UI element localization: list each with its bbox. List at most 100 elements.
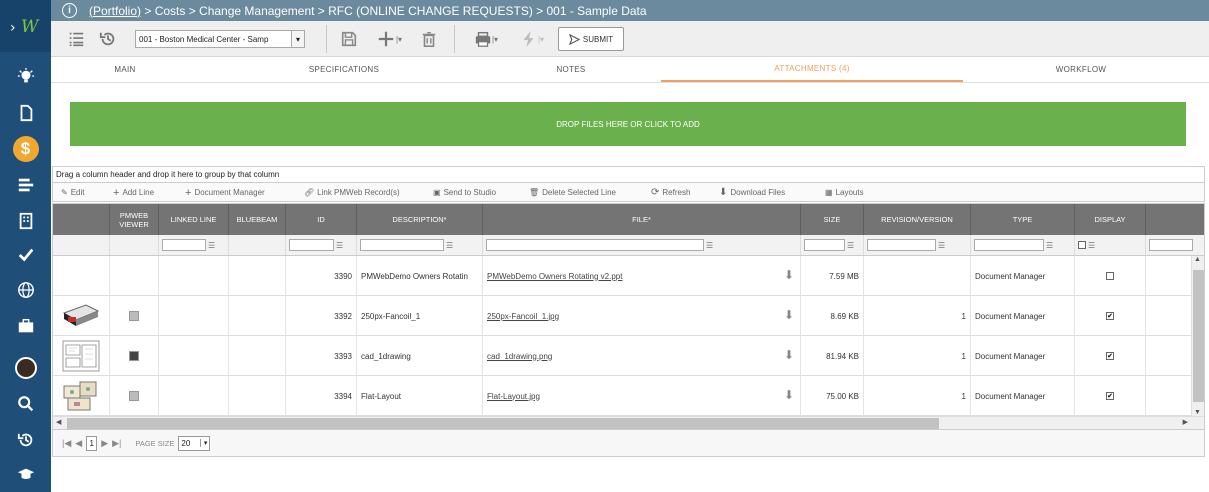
save-icon[interactable] <box>337 21 361 57</box>
scroll-up-icon[interactable]: ▲ <box>1194 256 1201 263</box>
history-icon[interactable] <box>97 21 119 57</box>
scroll-down-icon[interactable]: ▼ <box>1194 409 1201 416</box>
filter-icon[interactable]: ☰ <box>938 241 945 250</box>
last-page-icon[interactable]: ▶| <box>112 438 121 449</box>
project-select[interactable]: 001 - Boston Medical Center - Samp ▾ <box>135 30 305 48</box>
add-icon[interactable]: |▾ <box>371 21 407 57</box>
header-id[interactable]: ID <box>286 204 357 235</box>
filter-icon[interactable]: ☰ <box>446 241 453 250</box>
send-to-studio-button[interactable]: ▣ Send to Studio <box>433 183 496 202</box>
file-link[interactable]: PMWebDemo Owners Rotating v2.ppt <box>487 272 622 281</box>
download-icon[interactable]: ⬇ <box>784 348 794 362</box>
display-checkbox[interactable]: ✔ <box>1106 312 1114 320</box>
thumbnail-image[interactable] <box>62 301 100 331</box>
add-line-button[interactable]: + Add Line <box>113 183 154 202</box>
header-linked-line[interactable]: LINKED LINE <box>159 204 229 235</box>
next-page-icon[interactable]: ▶ <box>101 438 108 449</box>
globe-icon[interactable] <box>0 272 51 308</box>
lightning-icon[interactable]: |▾ <box>513 21 551 57</box>
history-icon[interactable] <box>0 422 51 458</box>
submit-button[interactable]: SUBMIT <box>558 27 624 51</box>
download-icon[interactable]: ⬇ <box>784 268 794 282</box>
table-row[interactable]: 3390 PMWebDemo Owners Rotatin PMWebDemo Ow… <box>53 256 1193 296</box>
prev-page-icon[interactable]: ◀ <box>75 438 82 449</box>
delete-selected-line-button[interactable]: 🗑︎ Delete Selected Line <box>529 183 616 202</box>
list-bars-icon[interactable] <box>0 167 51 203</box>
file-link[interactable]: 250px-Fancoil_1.jpg <box>487 312 559 321</box>
building-icon[interactable] <box>0 203 51 239</box>
vertical-scrollbar[interactable]: ▲ ▼ <box>1191 256 1204 418</box>
header-file[interactable]: FILE* <box>483 204 801 235</box>
filter-icon[interactable]: ☰ <box>706 241 713 250</box>
tab-attachments[interactable]: ATTACHMENTS (4) <box>661 57 963 82</box>
filter-icon[interactable]: ☰ <box>1046 241 1053 250</box>
table-row[interactable]: 3393 cad_1drawing cad_1drawing.png ⬇ 81.94 K… <box>53 336 1193 376</box>
scroll-right-icon[interactable]: ▶ <box>1183 418 1188 426</box>
filter-size-input[interactable] <box>804 239 845 251</box>
filter-icon[interactable]: ☰ <box>1088 241 1095 250</box>
group-by-bar[interactable]: Drag a column header and drop it here to… <box>52 166 1205 182</box>
file-link[interactable]: Flat-Layout.jpg <box>487 392 540 401</box>
filter-file-input[interactable] <box>486 239 704 251</box>
header-description[interactable]: DESCRIPTION* <box>357 204 483 235</box>
filter-linked-input[interactable] <box>162 239 206 251</box>
filter-extra-input[interactable] <box>1149 239 1193 251</box>
filter-icon[interactable]: ☰ <box>208 241 215 250</box>
display-checkbox[interactable] <box>1106 272 1114 280</box>
viewer-icon[interactable] <box>129 391 139 401</box>
list-view-icon[interactable] <box>65 21 87 57</box>
header-size[interactable]: SIZE <box>801 204 864 235</box>
vertical-scroll-thumb[interactable] <box>1193 270 1204 402</box>
display-checkbox[interactable]: ✔ <box>1106 392 1114 400</box>
download-files-button[interactable]: ⬇ Download Files <box>719 183 785 202</box>
header-pmweb-viewer[interactable]: PMWEB VIEWER <box>110 204 159 235</box>
layouts-button[interactable]: ▦ Layouts <box>825 183 864 202</box>
costs-dollar-icon[interactable]: $ <box>0 131 51 167</box>
viewer-icon[interactable] <box>129 311 139 321</box>
filter-type-input[interactable] <box>974 239 1044 251</box>
horizontal-scrollbar[interactable]: ◀ ▶ <box>53 416 1204 429</box>
filter-revision-input[interactable] <box>867 239 936 251</box>
tab-workflow[interactable]: WORKFLOW <box>981 57 1181 82</box>
page-size-select[interactable]: 20 ▾ <box>178 435 211 451</box>
scroll-left-icon[interactable]: ◀ <box>56 418 61 426</box>
app-logo[interactable]: › W <box>0 0 51 52</box>
filter-description-input[interactable] <box>360 239 444 251</box>
download-icon[interactable]: ⬇ <box>784 388 794 402</box>
info-icon[interactable]: i <box>62 3 77 18</box>
filter-display-checkbox[interactable] <box>1078 241 1086 249</box>
header-bluebeam[interactable]: BLUEBEAM <box>229 204 286 235</box>
edit-button[interactable]: ✎ Edit <box>61 183 85 202</box>
header-revision[interactable]: REVISION/VERSION <box>864 204 971 235</box>
thumbnail-image[interactable] <box>62 380 100 412</box>
header-display[interactable]: DISPLAY <box>1075 204 1146 235</box>
tab-main[interactable]: MAIN <box>51 57 199 82</box>
filter-icon[interactable]: ☰ <box>336 241 343 250</box>
horizontal-scroll-thumb[interactable] <box>67 418 939 429</box>
filter-icon[interactable]: ☰ <box>847 241 854 250</box>
delete-trash-icon[interactable] <box>418 21 440 57</box>
print-icon[interactable]: |▾ <box>467 21 505 57</box>
briefcase-icon[interactable] <box>0 308 51 344</box>
file-drop-zone[interactable]: DROP FILES HERE OR CLICK TO ADD <box>70 102 1186 146</box>
display-checkbox[interactable]: ✔ <box>1106 352 1114 360</box>
table-row[interactable]: 3394 Flat-Layout Flat-Layout.jpg ⬇ 75.00 KB 1… <box>53 376 1193 416</box>
checkmark-icon[interactable] <box>0 237 51 273</box>
viewer-icon[interactable] <box>129 351 139 361</box>
first-page-icon[interactable]: |◀ <box>62 438 71 449</box>
file-link[interactable]: cad_1drawing.png <box>487 352 552 361</box>
header-type[interactable]: TYPE <box>971 204 1075 235</box>
chevron-down-icon[interactable]: ▾ <box>199 439 207 447</box>
lightbulb-icon[interactable] <box>0 59 51 95</box>
breadcrumb-portfolio-link[interactable]: (Portfolio) <box>89 4 141 18</box>
download-icon[interactable]: ⬇ <box>784 308 794 322</box>
search-icon[interactable] <box>0 386 51 422</box>
graduation-cap-icon[interactable] <box>0 456 51 492</box>
thumbnail-image[interactable] <box>62 340 100 372</box>
chevron-down-icon[interactable]: ▾ <box>291 31 304 47</box>
document-icon[interactable] <box>0 95 51 131</box>
refresh-button[interactable]: ⟳ Refresh <box>651 183 690 202</box>
table-row[interactable]: 3392 250px-Fancoil_1 250px-Fancoil_1.jpg ⬇ 8… <box>53 296 1193 336</box>
link-pmweb-record-button[interactable]: 🔗︎ Link PMWeb Record(s) <box>304 183 400 202</box>
document-manager-button[interactable]: + Document Manager <box>185 183 265 202</box>
